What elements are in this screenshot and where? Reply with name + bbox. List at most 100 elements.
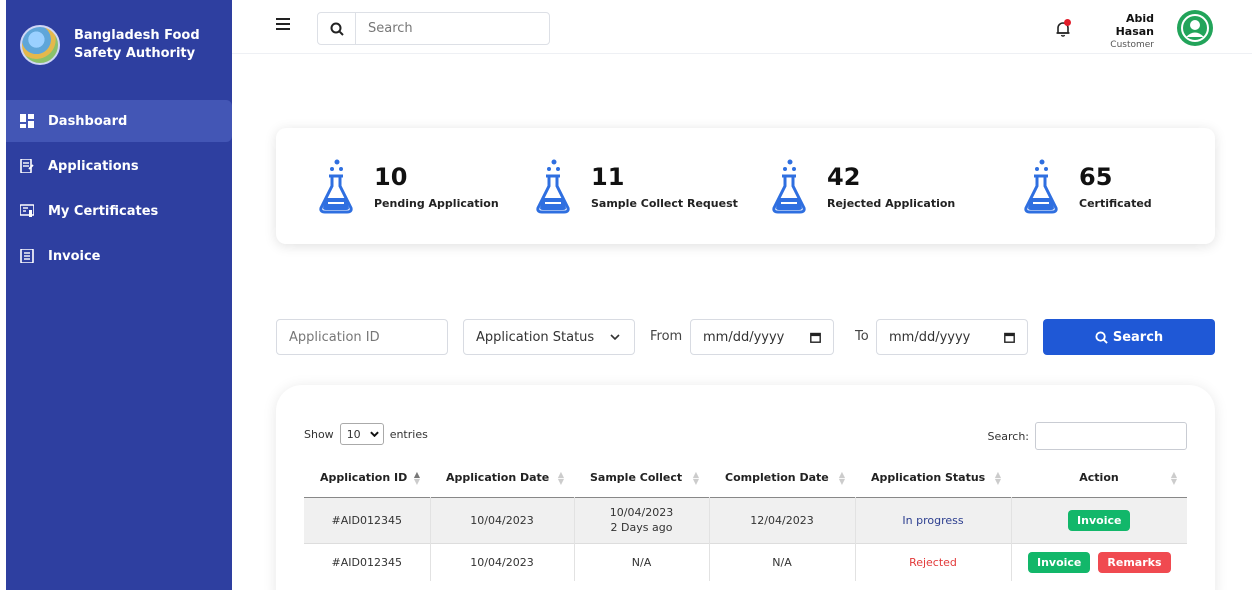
stat-rejected[interactable]: 42 Rejected Application (769, 158, 955, 214)
column-label: Application Status (871, 471, 986, 485)
calendar-icon[interactable] (810, 332, 821, 343)
stat-value: 10 (374, 163, 408, 191)
table-search: Search: (987, 422, 1187, 450)
user-info[interactable]: Abid Hasan Customer (1094, 12, 1154, 50)
invoice-icon (20, 249, 34, 263)
invoice-button[interactable]: Invoice (1068, 509, 1131, 531)
from-label: From (650, 329, 683, 344)
dashboard-icon (20, 114, 34, 128)
cell-sample-collect: 10/04/2023 2 Days ago (573, 497, 709, 543)
sort-icon: ▲ ▼ (557, 470, 564, 486)
application-id-input[interactable]: Application ID (276, 319, 448, 355)
col-application-status[interactable]: Application Status ▲ ▼ (855, 459, 1011, 497)
flask-icon (319, 159, 353, 214)
table-search-input[interactable] (1035, 422, 1187, 450)
application-status-select[interactable]: Application Status (463, 319, 635, 355)
column-label: Application Date (446, 471, 550, 485)
sidebar-item-invoice[interactable]: Invoice (6, 235, 232, 277)
chevron-down-icon (369, 431, 379, 437)
col-application-id[interactable]: Application ID ▲ ▼ (304, 459, 430, 497)
to-date-placeholder: mm/dd/yyyy (889, 329, 971, 345)
col-sample-collect[interactable]: Sample Collect ▲ ▼ (574, 459, 709, 497)
cell-application-id: #AID012345 (304, 542, 430, 581)
col-action[interactable]: Action ▲ ▼ (1011, 459, 1187, 497)
stat-certificated[interactable]: 65 Certificated (1021, 158, 1152, 214)
entries-control: Show 10 entries (304, 423, 428, 445)
col-completion-date[interactable]: Completion Date ▲ ▼ (709, 459, 855, 497)
stat-sample-collect[interactable]: 11 Sample Collect Request (533, 158, 738, 214)
invoice-button[interactable]: Invoice (1027, 551, 1091, 573)
to-label: To (855, 329, 869, 344)
stat-value: 42 (827, 163, 861, 191)
cell-completion-date: N/A (708, 542, 855, 581)
cell-status: Rejected (854, 542, 1011, 581)
user-name: Abid Hasan (1115, 12, 1154, 38)
sidebar: Bangladesh Food Safety Authority Dashboa… (0, 0, 232, 590)
search-button-label: Search (1112, 329, 1164, 345)
sidebar-item-label: Invoice (48, 248, 101, 264)
flask-icon (772, 159, 806, 214)
notification-dot (1064, 19, 1071, 26)
brand-name: Bangladesh Food Safety Authority (74, 27, 200, 63)
cell-action: Invoice (1010, 497, 1187, 543)
table-row: #AID012345 10/04/2023 N/A N/A Rejected I… (304, 542, 1187, 581)
col-application-date[interactable]: Application Date ▲ ▼ (430, 459, 574, 497)
brand-name-line2: Safety Authority (74, 46, 196, 61)
remarks-button[interactable]: Remarks (1098, 551, 1171, 573)
stat-text: 65 Certificated (1079, 163, 1152, 210)
stat-label: Certificated (1079, 197, 1152, 210)
search-icon[interactable] (318, 13, 356, 44)
stat-value: 65 (1079, 163, 1113, 191)
sidebar-nav: Dashboard Applications My Certificates I… (0, 100, 232, 277)
filter-row: Application ID Application Status From m… (276, 319, 1215, 355)
sort-icon: ▲ ▼ (838, 470, 845, 486)
applications-table: Application ID ▲ ▼ Application Date ▲ ▼ Samp… (304, 459, 1187, 581)
application-id-placeholder: Application ID (289, 329, 380, 345)
sample-collect-relative: 2 Days ago (610, 521, 673, 534)
table-row: #AID012345 10/04/2023 10/04/2023 2 Days … (304, 497, 1187, 543)
stat-label: Rejected Application (827, 197, 956, 210)
calendar-icon[interactable] (1004, 332, 1015, 343)
flask-icon (1024, 159, 1058, 214)
stat-pending[interactable]: 10 Pending Application (316, 158, 499, 214)
search-button[interactable]: Search (1043, 319, 1215, 355)
sidebar-item-my-certificates[interactable]: My Certificates (6, 190, 232, 232)
notification-bell-icon[interactable] (1054, 19, 1072, 38)
cell-application-id: #AID012345 (304, 497, 430, 543)
user-role: Customer (1110, 40, 1154, 50)
to-date-input[interactable]: mm/dd/yyyy (876, 319, 1028, 355)
entries-select[interactable]: 10 (339, 423, 384, 445)
brand-name-line1: Bangladesh Food (74, 28, 200, 43)
cell-action: Invoice Remarks (1010, 542, 1187, 581)
stat-label: Sample Collect Request (591, 197, 738, 210)
brand[interactable]: Bangladesh Food Safety Authority (6, 0, 232, 90)
bfsa-logo (20, 25, 60, 65)
sort-icon: ▲ ▼ (413, 470, 420, 486)
search-input[interactable] (356, 13, 546, 44)
table-header-row: Application ID ▲ ▼ Application Date ▲ ▼ Samp… (304, 459, 1187, 497)
stats-card: 10 Pending Application 11 Sample Collect… (276, 128, 1215, 244)
avatar[interactable] (1177, 10, 1213, 46)
stat-text: 10 Pending Application (374, 163, 499, 210)
sort-icon: ▲ ▼ (994, 470, 1001, 486)
cell-application-date: 10/04/2023 (429, 542, 574, 581)
cell-completion-date: 12/04/2023 (708, 497, 855, 543)
stat-text: 11 Sample Collect Request (591, 163, 738, 210)
sidebar-item-label: Applications (48, 158, 139, 174)
sort-icon: ▲ ▼ (1170, 470, 1177, 486)
cell-status: In progress (854, 497, 1011, 543)
sidebar-item-dashboard[interactable]: Dashboard (0, 100, 232, 142)
menu-toggle-icon[interactable] (276, 18, 290, 32)
sample-collect-date: 10/04/2023 (609, 506, 674, 519)
column-label: Sample Collect (590, 471, 683, 485)
sidebar-item-applications[interactable]: Applications (6, 145, 232, 187)
sidebar-item-label: My Certificates (48, 203, 159, 219)
table-search-label: Search: (987, 429, 1030, 443)
stat-text: 42 Rejected Application (827, 163, 955, 210)
from-date-input[interactable]: mm/dd/yyyy (690, 319, 834, 355)
stat-label: Pending Application (374, 197, 499, 210)
chevron-down-icon (610, 334, 620, 340)
entries-label: entries (389, 427, 428, 441)
show-label: Show (304, 427, 334, 441)
column-label: Action (1079, 471, 1119, 485)
